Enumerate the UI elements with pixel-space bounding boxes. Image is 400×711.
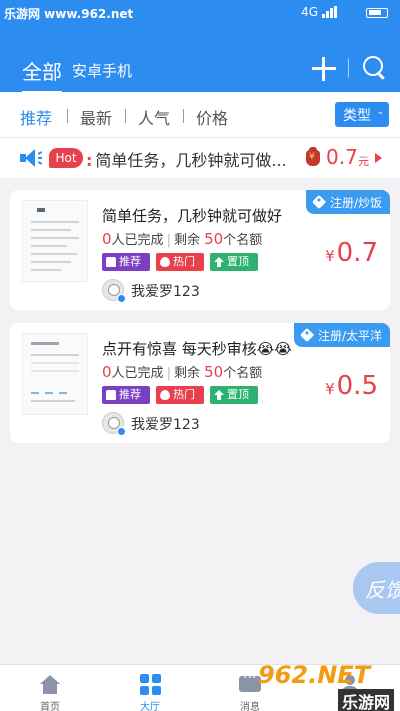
announcement-bar[interactable]: Hot :简单任务，几秒钟就可做... 0.7 元 bbox=[0, 138, 400, 178]
task-category-label: 注册/炒饭 bbox=[329, 196, 382, 210]
remaining-label: 剩余 bbox=[173, 233, 200, 248]
arrow-up-icon bbox=[214, 390, 224, 400]
status-watermark: 乐游网 www.962.net bbox=[4, 7, 134, 21]
currency-symbol: ¥ bbox=[325, 247, 335, 265]
nav-hall-label: 大厅 bbox=[140, 702, 160, 711]
announcement-colon: : bbox=[86, 151, 93, 170]
hot-badge: Hot bbox=[49, 148, 83, 168]
task-price: ¥0.5 bbox=[325, 371, 378, 401]
announcement-message: 简单任务，几秒钟就可做... bbox=[95, 151, 287, 170]
publisher-name[interactable]: 我爱罗123 bbox=[131, 414, 200, 434]
tag-icon bbox=[311, 194, 327, 210]
battery-icon bbox=[366, 8, 388, 18]
play-arrow-icon bbox=[375, 153, 382, 163]
filter-popular[interactable]: 人气 bbox=[138, 105, 170, 129]
pinned-badge: 置顶 bbox=[210, 253, 258, 271]
announcement-text: : 简单任务，几秒钟就可做... bbox=[86, 147, 292, 171]
hall-icon bbox=[140, 674, 162, 696]
filter-divider bbox=[67, 109, 68, 123]
task-title: 点开有惊喜 每天秒审核😭😭 bbox=[102, 340, 292, 358]
tab-android-phone[interactable]: 安卓手机 bbox=[72, 60, 132, 81]
status-bar: 乐游网 www.962.net 4G bbox=[0, 0, 400, 26]
completed-count: 0 bbox=[102, 363, 112, 381]
remaining-count: 50 bbox=[204, 363, 224, 381]
remaining-label: 剩余 bbox=[173, 366, 200, 381]
signal-icon bbox=[322, 6, 338, 18]
task-category-tag: 注册/太平洋 bbox=[293, 323, 390, 347]
announcement-reward: 0.7 bbox=[326, 145, 358, 169]
thumbs-up-icon bbox=[106, 257, 116, 267]
recommended-badge: 推荐 bbox=[102, 386, 150, 404]
network-type: 4G bbox=[301, 5, 318, 19]
price-amount: 0.5 bbox=[336, 371, 378, 401]
chevron-down-icon: ⌄ bbox=[376, 107, 384, 117]
remaining-suffix: 个名额 bbox=[223, 233, 263, 248]
site-watermark: 962.NET 乐游网 bbox=[258, 655, 400, 711]
filter-divider bbox=[125, 109, 126, 123]
fire-icon bbox=[160, 257, 170, 267]
task-thumbnail bbox=[22, 333, 88, 415]
speaker-icon bbox=[20, 149, 43, 167]
completed-count: 0 bbox=[102, 230, 112, 248]
remaining-count: 50 bbox=[204, 230, 224, 248]
filter-recommended[interactable]: 推荐 bbox=[20, 105, 52, 129]
announcement-unit: 元 bbox=[358, 155, 369, 168]
filter-divider bbox=[183, 109, 184, 123]
task-card[interactable]: 注册/太平洋 点开有惊喜 每天秒审核😭😭 0人已完成 | 剩余 50个名额 推荐 热… bbox=[10, 323, 390, 443]
feedback-button[interactable]: 反馈 bbox=[353, 562, 400, 614]
recommended-badge: 推荐 bbox=[102, 253, 150, 271]
task-stats: 0人已完成 | 剩余 50个名额 bbox=[102, 363, 263, 381]
completed-label: 人已完成 bbox=[111, 366, 164, 381]
type-label: 类型 bbox=[343, 108, 371, 124]
header-divider bbox=[348, 58, 349, 78]
nav-hall[interactable]: 大厅 bbox=[120, 665, 180, 711]
filter-price[interactable]: 价格 bbox=[196, 105, 228, 129]
tag-icon bbox=[299, 327, 315, 343]
avatar[interactable] bbox=[102, 412, 126, 436]
task-card[interactable]: 注册/炒饭 简单任务，几秒钟就可做好 0人已完成 | 剩余 50个名额 推荐 热门 … bbox=[10, 190, 390, 310]
plus-icon[interactable] bbox=[311, 56, 337, 82]
fire-icon bbox=[160, 390, 170, 400]
nav-home-label: 首页 bbox=[40, 702, 60, 711]
price-amount: 0.7 bbox=[336, 238, 378, 268]
pinned-badge: 置顶 bbox=[210, 386, 258, 404]
completed-label: 人已完成 bbox=[111, 233, 164, 248]
remaining-suffix: 个名额 bbox=[223, 366, 263, 381]
currency-symbol: ¥ bbox=[325, 380, 335, 398]
search-icon[interactable] bbox=[362, 55, 386, 81]
filter-bar: 推荐 最新 人气 价格 类型 ⌄ bbox=[0, 92, 400, 138]
watermark-logo: 962.NET bbox=[258, 661, 371, 689]
nav-home[interactable]: 首页 bbox=[20, 665, 80, 711]
verified-icon bbox=[117, 427, 126, 436]
task-thumbnail bbox=[22, 200, 88, 282]
avatar[interactable] bbox=[102, 279, 126, 303]
hot-badge: 热门 bbox=[156, 253, 204, 271]
arrow-up-icon bbox=[214, 257, 224, 267]
home-icon bbox=[40, 675, 60, 695]
verified-icon bbox=[117, 294, 126, 303]
task-category-label: 注册/太平洋 bbox=[317, 329, 382, 343]
tab-all[interactable]: 全部 bbox=[22, 56, 62, 94]
filter-newest[interactable]: 最新 bbox=[80, 105, 112, 129]
money-bag-icon bbox=[306, 147, 320, 166]
task-price: ¥0.7 bbox=[325, 238, 378, 268]
watermark-subtitle: 乐游网 bbox=[337, 689, 394, 711]
type-dropdown-button[interactable]: 类型 ⌄ bbox=[335, 102, 389, 127]
app-header: 全部 安卓手机 bbox=[0, 26, 400, 94]
task-category-tag: 注册/炒饭 bbox=[305, 190, 390, 214]
task-title: 简单任务，几秒钟就可做好 bbox=[102, 207, 283, 225]
task-stats: 0人已完成 | 剩余 50个名额 bbox=[102, 230, 263, 248]
thumbs-up-icon bbox=[106, 390, 116, 400]
publisher-name[interactable]: 我爱罗123 bbox=[131, 281, 200, 301]
hot-badge: 热门 bbox=[156, 386, 204, 404]
